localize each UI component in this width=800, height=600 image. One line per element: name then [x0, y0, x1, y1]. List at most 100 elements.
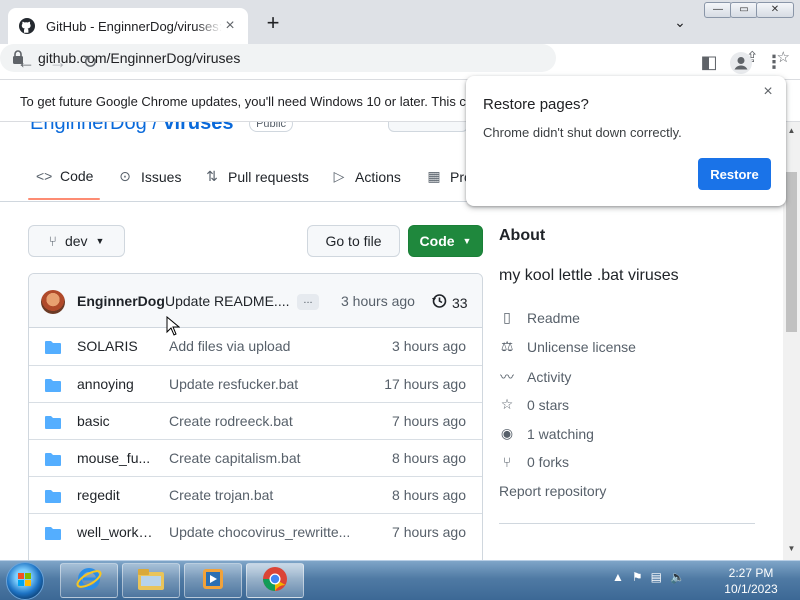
branch-name: dev	[64, 233, 88, 249]
tab-search-icon[interactable]: ⌄	[670, 14, 690, 34]
about-item-label: 0 forks	[527, 454, 570, 470]
commit-message-link[interactable]: Update README....	[165, 293, 290, 309]
taskbar-explorer[interactable]	[122, 563, 180, 598]
eye-icon: ◉	[500, 425, 514, 441]
scrollbar-thumb[interactable]	[786, 172, 797, 332]
go-to-file-button[interactable]: Go to file	[307, 225, 400, 257]
file-name-link[interactable]: basic	[77, 413, 153, 429]
restore-popup-title: Restore pages?	[483, 96, 589, 113]
file-commit-time: 8 hours ago	[392, 487, 466, 503]
about-activity-link[interactable]: 〰 Activity	[499, 367, 571, 387]
network-icon[interactable]: ▤	[651, 570, 662, 584]
github-logo-icon	[18, 17, 36, 35]
law-icon: ⚖	[500, 338, 514, 354]
tab-pull-requests-label: Pull requests	[228, 168, 309, 185]
file-commit-message[interactable]: Update resfucker.bat	[169, 376, 353, 392]
file-commit-message[interactable]: Update chocovirus_rewritte...	[169, 524, 353, 540]
repo-name-link[interactable]: viruses	[163, 122, 233, 134]
tab-pull-requests[interactable]: ⇅ Pull requests	[204, 168, 309, 185]
file-row[interactable]: regedit Create trojan.bat 8 hours ago	[29, 476, 482, 513]
file-row[interactable]: well_worked Update chocovirus_rewritte..…	[29, 513, 482, 550]
window-close-button[interactable]: ✕	[756, 2, 794, 18]
branch-select-button[interactable]: ⑂ dev ▼	[28, 225, 125, 257]
repo-separator: /	[152, 122, 158, 134]
file-browser: EnginnerDog Update README.... ... 3 hour…	[28, 273, 483, 560]
about-item-label: 0 stars	[527, 396, 570, 413]
taskbar-clock[interactable]: 2:27 PM 10/1/2023	[708, 565, 794, 597]
restore-pages-popup: Restore pages? Chrome didn't shut down c…	[466, 76, 786, 206]
file-commit-message[interactable]: Create trojan.bat	[169, 487, 353, 503]
commit-history-link[interactable]: 33	[431, 293, 468, 312]
folder-icon	[45, 527, 61, 540]
commit-time: 3 hours ago	[341, 293, 415, 309]
actions-icon: ▷	[333, 168, 345, 184]
branch-icon: ⑂	[48, 233, 57, 249]
about-stars-link[interactable]: ☆ 0 stars	[499, 396, 569, 413]
browser-tab[interactable]: GitHub - EnginnerDog/viruses: my kool le…	[8, 8, 248, 44]
show-hidden-icons-icon[interactable]: ▲	[612, 570, 624, 584]
file-row[interactable]: mouse_fu... Create capitalism.bat 8 hour…	[29, 439, 482, 476]
file-commit-message[interactable]: Create capitalism.bat	[169, 450, 353, 466]
file-row[interactable]: SOLARIS Add files via upload 3 hours ago	[29, 328, 482, 365]
code-dropdown-button[interactable]: Code ▼	[408, 225, 483, 257]
file-commit-time: 8 hours ago	[392, 450, 466, 466]
code-button-label: Code	[419, 233, 455, 249]
scroll-down-arrow-icon[interactable]: ▼	[783, 542, 800, 556]
file-name-link[interactable]: annoying	[77, 376, 153, 392]
caret-down-icon: ▼	[95, 236, 105, 246]
commit-author-link[interactable]: EnginnerDog	[77, 293, 165, 309]
about-forks-link[interactable]: ⑂ 0 forks	[499, 454, 569, 470]
file-commit-message[interactable]: Create rodreeck.bat	[169, 413, 353, 429]
file-name-link[interactable]: regedit	[77, 487, 153, 503]
back-arrow-icon[interactable]: ←	[14, 50, 38, 74]
book-icon: ▯	[503, 309, 511, 325]
about-item-label: Unlicense license	[527, 338, 636, 355]
close-icon[interactable]: ×	[760, 84, 776, 100]
forward-arrow-icon[interactable]: →	[46, 50, 70, 74]
tab-close-icon[interactable]: ×	[222, 18, 238, 34]
notifications-button[interactable]	[388, 122, 468, 132]
file-name-link[interactable]: mouse_fu...	[77, 450, 153, 466]
action-center-flag-icon[interactable]: ⚑	[632, 570, 643, 584]
taskbar-media-player[interactable]	[184, 563, 242, 598]
folder-icon	[45, 341, 61, 354]
code-icon: <>	[36, 168, 53, 184]
commit-expand-button[interactable]: ...	[297, 294, 319, 310]
about-watching-link[interactable]: ◉ 1 watching	[499, 425, 594, 442]
menu-kebab-icon[interactable]: ⋮	[762, 50, 786, 74]
clock-date: 10/1/2023	[724, 582, 778, 596]
maximize-button[interactable]: ▭	[730, 2, 758, 18]
repo-owner-link[interactable]: EnginnerDog	[30, 122, 147, 134]
side-panel-icon[interactable]: ◧	[697, 50, 721, 74]
reload-icon[interactable]: ↻	[78, 50, 102, 74]
file-name-link[interactable]: SOLARIS	[77, 338, 153, 354]
profile-avatar-icon[interactable]	[730, 52, 752, 74]
new-tab-button[interactable]: +	[262, 12, 284, 35]
about-license-link[interactable]: ⚖ Unlicense license	[499, 338, 636, 355]
about-readme-link[interactable]: ▯ Readme	[499, 309, 580, 326]
file-row[interactable]: annoying Update resfucker.bat 17 hours a…	[29, 365, 482, 402]
tab-code[interactable]: <> Code	[36, 168, 93, 184]
restore-button[interactable]: Restore	[698, 158, 771, 190]
fork-icon: ⑂	[502, 454, 512, 470]
tab-issues[interactable]: ⊙ Issues	[117, 168, 181, 185]
file-row[interactable]: basic Create rodreeck.bat 7 hours ago	[29, 402, 482, 439]
taskbar-internet-explorer[interactable]	[60, 563, 118, 598]
folder-icon	[45, 379, 61, 392]
volume-muted-icon[interactable]: 🔈	[670, 570, 685, 584]
star-icon: ☆	[500, 396, 514, 412]
about-item-label: Activity	[527, 369, 572, 385]
file-name-link[interactable]: well_worked	[77, 524, 153, 540]
folder-icon	[136, 566, 166, 595]
restore-popup-message: Chrome didn't shut down correctly.	[483, 125, 682, 140]
minimize-button[interactable]: —	[704, 2, 732, 18]
commit-count: 33	[452, 294, 468, 311]
start-button[interactable]	[6, 562, 44, 600]
author-avatar[interactable]	[41, 290, 65, 314]
taskbar-chrome[interactable]	[246, 563, 304, 598]
tab-actions[interactable]: ▷ Actions	[331, 168, 401, 185]
repo-header: EnginnerDog / viruses Public	[30, 122, 294, 135]
file-commit-message[interactable]: Add files via upload	[169, 338, 353, 354]
report-repository-link[interactable]: Report repository	[499, 483, 606, 499]
about-item-label: Readme	[527, 309, 580, 326]
